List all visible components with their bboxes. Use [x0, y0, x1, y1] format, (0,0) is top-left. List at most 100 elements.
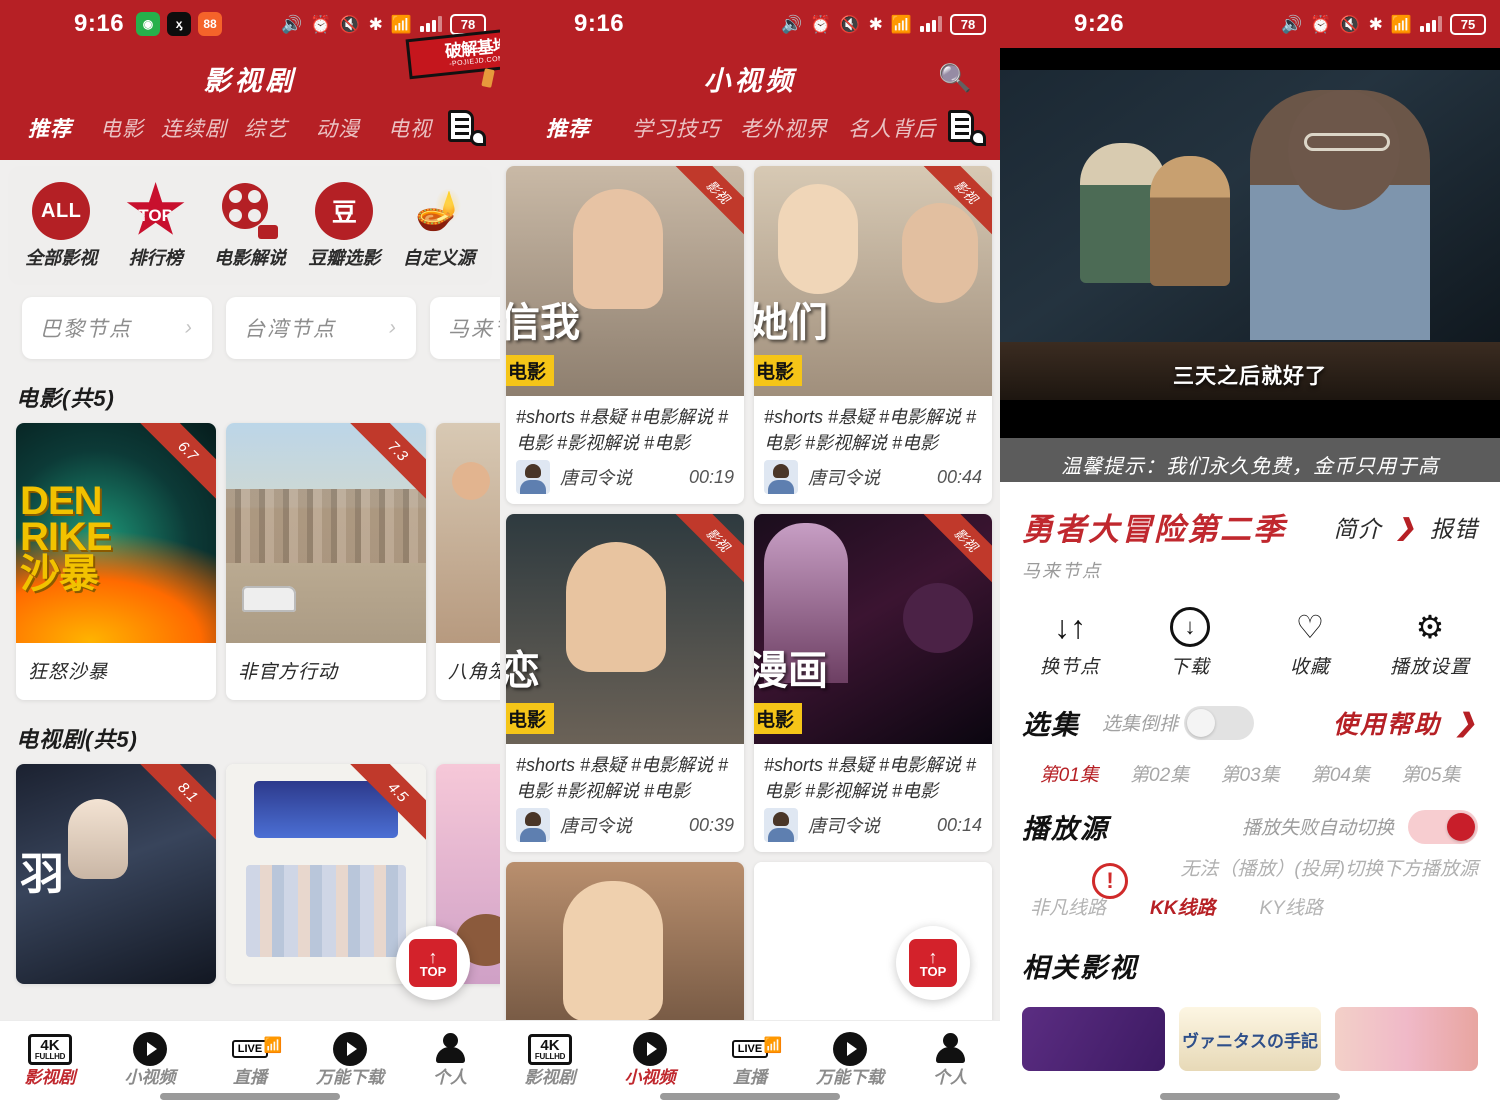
- nav-label: 万能下载: [316, 1068, 384, 1087]
- nav-label: 个人: [933, 1068, 967, 1087]
- video-thumbnail: 影视 她们 电影: [754, 166, 992, 396]
- signal-icon: [1420, 16, 1442, 32]
- quick-action-ranking[interactable]: TOP 排行榜: [108, 180, 202, 269]
- action-play-settings[interactable]: ⚙ 播放设置: [1370, 605, 1490, 679]
- nav-item-download[interactable]: 万能下载: [300, 1031, 400, 1088]
- node-button-taiwan[interactable]: 台湾节点 ›: [226, 296, 416, 359]
- tab-tv[interactable]: 电视: [374, 113, 446, 143]
- play-circle-icon: [100, 1031, 200, 1067]
- nav-item-movies[interactable]: 4K FULLHD 影视剧: [500, 1031, 600, 1088]
- quick-action-label: 全部影视: [25, 248, 98, 268]
- nav-item-live[interactable]: LIVE 直播: [200, 1031, 300, 1088]
- quick-action-commentary[interactable]: 电影解说: [203, 180, 297, 269]
- bluetooth-icon: ✱: [368, 14, 383, 34]
- tab-study-skills[interactable]: 学习技巧: [622, 113, 730, 143]
- movie-title: 八角笼: [448, 661, 500, 683]
- reverse-order-toggle[interactable]: [1184, 705, 1255, 740]
- nav-item-movies[interactable]: 4K FULLHD 影视剧: [0, 1031, 100, 1088]
- action-switch-node[interactable]: ↓↑ 换节点: [1010, 605, 1130, 679]
- related-item[interactable]: [1022, 1007, 1165, 1071]
- episode-item[interactable]: 第05集: [1386, 760, 1476, 787]
- vibrate-icon: 🔊: [281, 14, 303, 34]
- nav-item-profile[interactable]: 个人: [400, 1031, 500, 1088]
- nav-item-profile[interactable]: 个人: [900, 1031, 1000, 1088]
- tab-recommend[interactable]: 推荐: [14, 113, 86, 143]
- auto-switch-toggle[interactable]: [1408, 809, 1478, 844]
- edit-list-icon[interactable]: [946, 110, 986, 146]
- video-card[interactable]: 影视 恋 电影 #shorts #悬疑 #电影解说 #电影 #影视解说 #电影 …: [506, 514, 744, 853]
- series-card[interactable]: 羽 8.1: [16, 763, 216, 984]
- action-label: 下载: [1169, 657, 1210, 678]
- quick-action-label: 自定义源: [402, 248, 475, 268]
- quick-action-douban[interactable]: 豆 豆瓣选影: [297, 180, 391, 269]
- nav-item-live[interactable]: LIVE 直播: [700, 1031, 800, 1088]
- source-item-kk[interactable]: KK线路: [1150, 893, 1215, 920]
- source-item-feifan[interactable]: 非凡线路: [1030, 893, 1106, 920]
- video-card[interactable]: [506, 862, 744, 1020]
- video-duration: 00:19: [688, 466, 734, 487]
- action-label: 收藏: [1289, 657, 1330, 678]
- thumbnail-badge: 电影: [506, 355, 555, 386]
- action-download[interactable]: ↓ 下载: [1130, 605, 1250, 679]
- movie-card[interactable]: DEN RIKE 沙暴 6.7 狂怒沙暴: [16, 422, 216, 700]
- source-item-ky[interactable]: KY线路: [1259, 893, 1322, 920]
- nav-label: 个人: [433, 1068, 467, 1087]
- tab-celebrity[interactable]: 名人背后: [838, 113, 946, 143]
- related-item[interactable]: [1335, 1007, 1479, 1071]
- movie-card[interactable]: 7.3 非官方行动: [226, 422, 426, 700]
- heart-icon: ♡: [1295, 609, 1325, 645]
- signal-icon: [420, 16, 442, 32]
- thumbnail-badge: 电影: [754, 703, 803, 735]
- series-card[interactable]: 4.5: [226, 763, 426, 984]
- quick-action-custom-source[interactable]: 🪔 自定义源: [392, 180, 486, 269]
- video-card[interactable]: 影视 信我 电影 #shorts #悬疑 #电影解说 #电影 #影视解说 #电影…: [506, 166, 744, 505]
- video-card[interactable]: 影视 漫画 电影 #shorts #悬疑 #电影解说 #电影 #影视解说 #电影…: [754, 514, 992, 853]
- bluetooth-icon: ✱: [868, 14, 883, 34]
- home-indicator: [660, 1093, 840, 1100]
- nav-item-shorts[interactable]: 小视频: [100, 1031, 200, 1088]
- node-button-malaysia[interactable]: 马来节点 ›: [430, 296, 500, 359]
- avatar: [516, 808, 550, 843]
- help-link[interactable]: 使用帮助: [1333, 705, 1441, 741]
- action-favorite[interactable]: ♡ 收藏: [1250, 605, 1370, 679]
- tab-anime[interactable]: 动漫: [302, 113, 374, 143]
- tab-recommend[interactable]: 推荐: [514, 113, 622, 143]
- edit-list-icon[interactable]: [446, 110, 486, 146]
- search-icon[interactable]: 🔍: [938, 62, 972, 94]
- ribbon-badge: 影视: [670, 166, 744, 240]
- tab-foreign-view[interactable]: 老外视界: [730, 113, 838, 143]
- quick-action-all[interactable]: ALL 全部影视: [14, 180, 108, 269]
- related-item[interactable]: ヴァニタスの手記: [1178, 1007, 1322, 1071]
- video-frame: [1000, 70, 1500, 400]
- scroll-to-top-button[interactable]: ↑ TOP: [896, 926, 970, 1000]
- avatar: [764, 808, 798, 843]
- rating-ribbon: 4.5: [345, 763, 426, 845]
- tab-series[interactable]: 连续剧: [158, 113, 230, 143]
- tab-variety[interactable]: 综艺: [230, 113, 302, 143]
- detail-content: 勇者大冒险第二季 马来节点 简介 ❯ 报错 ↓↑ 换节点 ↓ 下载 ♡ 收藏 ⚙…: [1000, 482, 1500, 1110]
- node-button-paris[interactable]: 巴黎节点 ›: [22, 296, 212, 359]
- media-node: 马来节点: [1022, 561, 1102, 581]
- section-title-series: 电视剧(共5): [16, 726, 138, 752]
- poster-image: 羽 8.1: [16, 763, 216, 984]
- report-link[interactable]: 报错: [1430, 510, 1478, 544]
- nav-label: 影视剧: [24, 1068, 76, 1087]
- nav-item-shorts[interactable]: 小视频: [600, 1031, 700, 1088]
- nav-item-download[interactable]: 万能下载: [800, 1031, 900, 1088]
- intro-link[interactable]: 简介: [1334, 510, 1382, 544]
- scroll-to-top-button[interactable]: ↑ TOP: [396, 926, 470, 1000]
- source-header: 播放源 播放失败自动切换: [1000, 787, 1500, 846]
- episode-item[interactable]: 第04集: [1295, 760, 1385, 787]
- episode-item[interactable]: 第02集: [1114, 760, 1204, 787]
- episode-item[interactable]: 第03集: [1205, 760, 1295, 787]
- movie-card[interactable]: 八角笼: [436, 422, 500, 700]
- video-author: 唐司令说: [808, 816, 880, 837]
- category-tabs-1: 推荐 电影 连续剧 综艺 动漫 电视: [0, 110, 500, 160]
- video-card[interactable]: 影视 她们 电影 #shorts #悬疑 #电影解说 #电影 #影视解说 #电影…: [754, 166, 992, 505]
- episode-item[interactable]: 第01集: [1024, 760, 1114, 787]
- 4k-fullhd-icon: 4K FULLHD: [0, 1031, 100, 1067]
- video-author: 唐司令说: [560, 816, 632, 837]
- tab-movie[interactable]: 电影: [86, 113, 158, 143]
- video-player[interactable]: 三天之后就好了: [1000, 48, 1500, 438]
- warning-icon: !: [1092, 863, 1128, 899]
